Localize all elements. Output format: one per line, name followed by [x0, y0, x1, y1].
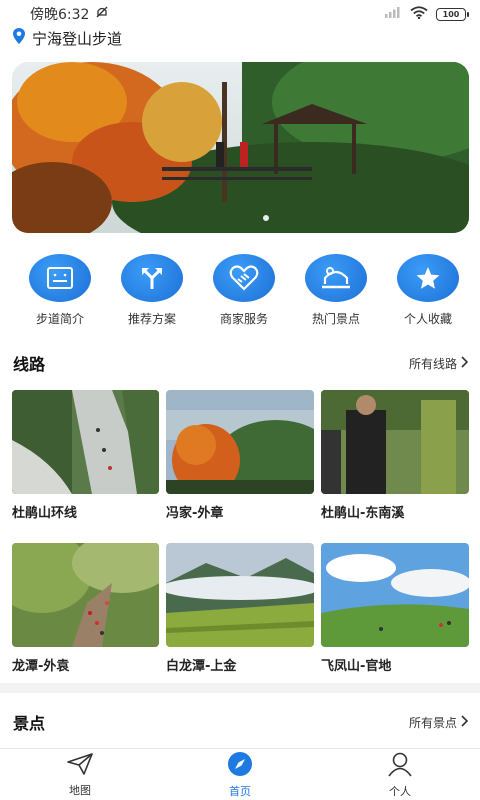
- nav-tab-home[interactable]: 首页: [160, 749, 320, 800]
- spots-section-title: 景点: [13, 714, 46, 733]
- menu-item-attractions[interactable]: 热门景点: [298, 254, 374, 330]
- route-image: [321, 390, 469, 494]
- nav-label: 地图: [69, 783, 91, 797]
- route-image: [166, 543, 314, 647]
- location-pin-icon: [12, 27, 26, 49]
- menu-item-recommend[interactable]: 推荐方案: [114, 254, 190, 330]
- route-card[interactable]: 杜鹃山-东南溪: [321, 390, 469, 521]
- wifi-icon: [410, 5, 428, 23]
- route-name: 龙潭-外袁: [12, 659, 70, 674]
- route-card[interactable]: 冯家-外章: [166, 390, 314, 521]
- status-time: 傍晚6:32: [30, 7, 90, 23]
- menu-item-favorites[interactable]: 个人收藏: [390, 254, 466, 330]
- chevron-right-icon: [460, 714, 469, 730]
- location-name: 宁海登山步道: [32, 29, 123, 48]
- attraction-icon: [305, 254, 367, 302]
- nav-label: 首页: [229, 784, 251, 798]
- location-selector[interactable]: 宁海登山步道: [12, 26, 122, 50]
- handshake-icon: [213, 254, 275, 302]
- all-routes-label: 所有线路: [408, 356, 457, 371]
- routes-section-title: 线路: [13, 355, 46, 374]
- quick-menu: 步道简介 推荐方案 商家服务 热门景点 个人收藏: [0, 254, 480, 330]
- menu-item-label: 热门景点: [311, 312, 360, 326]
- route-card[interactable]: 杜鹃山环线: [12, 390, 159, 521]
- all-routes-link[interactable]: 所有线路: [408, 355, 469, 372]
- routes-section-header: 线路 所有线路: [0, 351, 480, 375]
- menu-item-label: 步道简介: [35, 312, 84, 326]
- star-icon: [397, 254, 459, 302]
- person-icon: [387, 751, 413, 781]
- nav-label: 个人: [389, 784, 411, 798]
- route-card[interactable]: 龙潭-外袁: [12, 543, 159, 674]
- route-name: 杜鹃山-东南溪: [321, 506, 405, 521]
- route-split-icon: [121, 254, 183, 302]
- menu-item-label: 个人收藏: [403, 312, 452, 326]
- spots-section-header: 景点 所有景点: [0, 710, 480, 734]
- route-name: 白龙潭-上金: [166, 659, 237, 674]
- route-name: 杜鹃山环线: [12, 506, 78, 521]
- nav-tab-profile[interactable]: 个人: [320, 749, 480, 800]
- banner-image: [12, 62, 469, 233]
- do-not-disturb-icon: [95, 5, 109, 23]
- paper-plane-icon: [66, 752, 94, 780]
- menu-item-label: 商家服务: [219, 312, 268, 326]
- status-bar: 傍晚6:32 100: [0, 0, 480, 28]
- route-grid: 杜鹃山环线 冯家-外章 杜鹃山-东南溪 龙潭-外袁 白龙潭-上金 飞凤山-官地: [12, 390, 470, 674]
- bottom-navigation: 地图 首页 个人: [0, 748, 480, 800]
- menu-item-merchant[interactable]: 商家服务: [206, 254, 282, 330]
- intro-icon: [29, 254, 91, 302]
- route-name: 冯家-外章: [166, 506, 224, 521]
- route-image: [12, 543, 159, 647]
- battery-indicator: 100: [436, 7, 469, 21]
- menu-item-label: 推荐方案: [127, 312, 176, 326]
- section-divider: [0, 683, 480, 693]
- route-card[interactable]: 白龙潭-上金: [166, 543, 314, 674]
- nav-tab-map[interactable]: 地图: [0, 749, 160, 800]
- route-image: [12, 390, 159, 494]
- chevron-right-icon: [460, 355, 469, 371]
- route-image: [321, 543, 469, 647]
- route-card[interactable]: 飞凤山-官地: [321, 543, 469, 674]
- route-name: 飞凤山-官地: [321, 659, 392, 674]
- signal-icon: [384, 6, 402, 22]
- all-spots-label: 所有景点: [408, 715, 457, 730]
- menu-item-intro[interactable]: 步道简介: [22, 254, 98, 330]
- compass-icon: [227, 751, 253, 781]
- all-spots-link[interactable]: 所有景点: [408, 714, 469, 731]
- route-image: [166, 390, 314, 494]
- banner-carousel[interactable]: [12, 62, 469, 233]
